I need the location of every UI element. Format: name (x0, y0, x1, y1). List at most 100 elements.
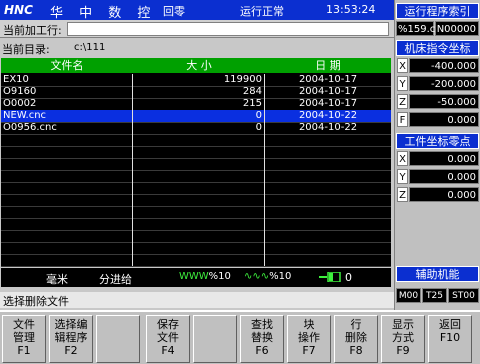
file-size-cell: 215 (133, 98, 265, 110)
function-key-code: F7 (302, 344, 316, 357)
machine-mode: 回零 (163, 5, 185, 18)
function-key-f8[interactable]: 行删除 F8 (334, 315, 378, 363)
axis-label: X (397, 151, 408, 166)
function-key-f6[interactable]: 查找 替换 F6 (240, 315, 284, 363)
work-zero-title: 工件坐标零点 (396, 133, 479, 149)
function-key-empty[interactable] (96, 315, 140, 363)
function-key-label: 返回 (439, 318, 461, 331)
function-key-label: 管理 (13, 331, 35, 344)
axis-label: X (397, 58, 408, 73)
function-key-label: 查找 (251, 318, 273, 331)
function-key-empty[interactable] (193, 315, 237, 363)
file-date-cell (265, 230, 391, 242)
program-index-title: 运行程序索引 (396, 3, 479, 19)
axis-value: -400.000 (409, 58, 479, 73)
file-date-cell (265, 218, 391, 230)
file-name-cell (1, 254, 133, 266)
file-size-cell (133, 206, 265, 218)
feed-override-icon: WWW (179, 271, 209, 282)
file-date-cell (265, 146, 391, 158)
function-key-label: 块 (303, 318, 315, 331)
file-size-cell (133, 194, 265, 206)
rapid-override: ∿∿∿%10 (244, 271, 291, 282)
function-key-code: F9 (396, 344, 410, 357)
current-line-field (67, 22, 389, 36)
function-key-label: 保存 (157, 318, 179, 331)
function-key-f10[interactable]: 返回 F10 (428, 315, 472, 363)
function-key-code: F2 (64, 344, 78, 357)
file-name-cell: NEW.cnc (1, 110, 133, 122)
current-line-row: 当前加工行: (0, 20, 394, 38)
title-bar: HNC 华 中 数 控 回零 运行正常 13:53:24 (0, 0, 394, 21)
file-size-cell (133, 146, 265, 158)
file-date-cell: 2004-10-22 (298, 110, 358, 121)
file-name-cell: O0956.cnc (1, 122, 133, 134)
file-size-cell (133, 254, 265, 266)
message-text: 选择删除文件 (3, 295, 69, 308)
file-name-cell (1, 134, 133, 146)
column-header-size: 大 小 (133, 58, 266, 73)
file-name-cell (1, 182, 133, 194)
axis-value: 0.000 (409, 151, 479, 166)
file-size-cell (133, 170, 265, 182)
file-date-cell (265, 170, 391, 182)
file-name-cell: O0002 (1, 98, 133, 110)
function-key-label: 方式 (392, 331, 414, 344)
column-header-name: 文件名 (1, 58, 134, 73)
function-key-label: 文件 (13, 318, 35, 331)
program-file: %159.cn (396, 21, 442, 36)
file-name-cell (1, 158, 133, 170)
file-size-cell (133, 158, 265, 170)
file-date-cell (265, 254, 391, 266)
axis-label: F (397, 112, 408, 127)
function-key-code: F8 (349, 344, 363, 357)
rapid-override-icon: ∿∿∿ (244, 271, 270, 282)
function-key-label: 文件 (157, 331, 179, 344)
function-key-f7[interactable]: 块操作 F7 (287, 315, 331, 363)
file-size-cell (133, 218, 265, 230)
file-date-cell: 2004-10-17 (298, 74, 358, 85)
function-key-code: F4 (161, 344, 175, 357)
feed-mode-label: 分进给 (99, 273, 132, 286)
file-date-cell: 2004-10-22 (298, 122, 358, 133)
rapid-override-value: %10 (269, 271, 292, 282)
axis-label: Y (397, 169, 408, 184)
file-date-cell: 2004-10-17 (298, 86, 358, 97)
unit-label: 毫米 (46, 273, 68, 286)
file-date-cell (265, 206, 391, 218)
function-key-label: 行 (350, 318, 362, 331)
file-date-cell (265, 158, 391, 170)
aux-function-title: 辅助机能 (396, 266, 479, 282)
file-date-cell (265, 194, 391, 206)
file-date-cell (265, 134, 391, 146)
function-key-f4[interactable]: 保存 文件 F4 (146, 315, 190, 363)
function-key-label: 替换 (251, 331, 273, 344)
axis-label: Y (397, 76, 408, 91)
function-key-label: 显示 (392, 318, 414, 331)
right-panel: 运行程序索引 %159.cn N00000 机床指令坐标 X -400.000 Y -… (394, 0, 480, 310)
axis-value: 0.000 (409, 187, 479, 202)
file-name-cell (1, 242, 133, 254)
brand-name: 华 中 数 控 (50, 6, 157, 21)
aux-t-code: T25 (422, 288, 447, 303)
feed-override: WWW%10 (179, 271, 231, 282)
file-size-cell (133, 230, 265, 242)
aux-st-code: ST00 (448, 288, 479, 303)
function-key-f1[interactable]: 文件 管理 F1 (2, 315, 46, 363)
axis-value: 0.000 (409, 112, 479, 127)
file-name-cell: O9160 (1, 86, 133, 98)
function-key-code: F1 (17, 344, 31, 357)
function-key-f9[interactable]: 显示 方式 F9 (381, 315, 425, 363)
file-table[interactable]: 文件名 大 小 日 期 EX10 119900 2004-10-17 O9160 284… (1, 58, 391, 267)
file-name-cell (1, 194, 133, 206)
file-name-cell (1, 206, 133, 218)
table-row[interactable] (1, 254, 391, 267)
function-key-f2[interactable]: 选择编 辑程序 F2 (49, 315, 93, 363)
function-key-label: 删除 (345, 331, 367, 344)
file-size-cell (133, 134, 265, 146)
function-key-code: F10 (439, 331, 461, 344)
current-line-label: 当前加工行: (3, 24, 62, 37)
function-key-label: 选择编 (54, 318, 88, 331)
feed-override-value: %10 (208, 271, 231, 282)
svg-text:HNC: HNC (4, 3, 33, 17)
